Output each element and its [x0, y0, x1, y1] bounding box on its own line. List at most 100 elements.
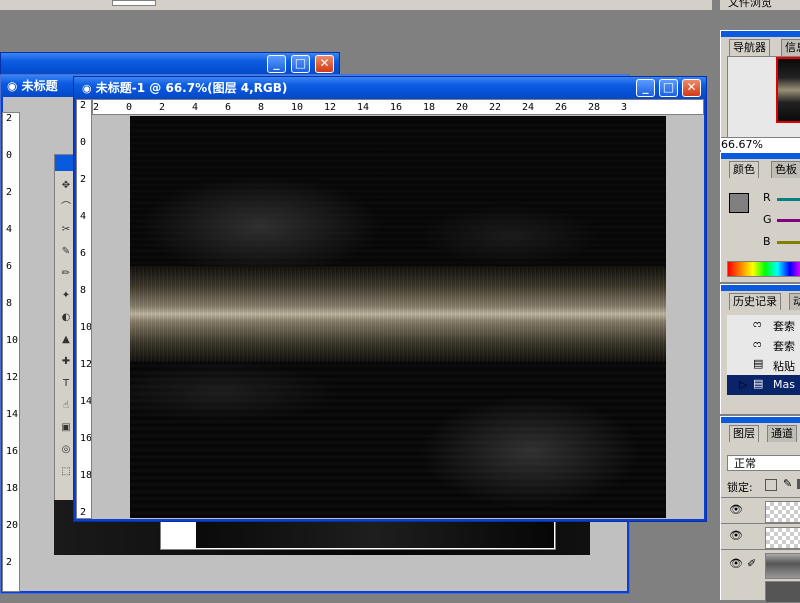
app-menubar [0, 0, 718, 10]
channel-r-slider[interactable] [777, 198, 800, 201]
layer-row[interactable]: 👁 ✐ [721, 549, 800, 580]
ruler-tick-label: 6 [6, 261, 13, 272]
layers-panel[interactable]: 图层 通道 正常 锁定: ✎ 👁 👁 👁 ✐ [720, 416, 800, 603]
color-ramp[interactable] [727, 261, 800, 277]
close-button[interactable]: ✕ [315, 55, 334, 73]
ruler-tick-label: 4 [80, 211, 87, 222]
middle-window-title: 未标题 [21, 79, 58, 93]
eye-icon[interactable]: 👁 [729, 503, 743, 516]
navigator-zoom-field[interactable]: 66.67% [721, 137, 800, 152]
navigator-panel[interactable]: 导航器 信息 66.67% [720, 30, 800, 152]
main-window-title: 未标题-1 @ 66.7%(图层 4,RGB) [95, 81, 288, 95]
blend-mode-select[interactable]: 正常 [727, 455, 800, 471]
ruler-tick-label: 2 [6, 187, 13, 198]
ruler-tick-label: 16 [390, 102, 403, 113]
canvas-image[interactable] [130, 116, 666, 518]
back-window-titlebar[interactable] [1, 53, 339, 75]
ruler-tick-label: 10 [6, 335, 19, 346]
ruler-tick-label: 2 [6, 557, 13, 568]
list-item[interactable]: ᦂ 套索 [727, 315, 800, 336]
layer-thumbnail[interactable] [765, 553, 800, 579]
history-state-arrow-icon: ▷ [739, 378, 748, 391]
tab-color[interactable]: 颜色 [729, 161, 759, 178]
foreground-color-swatch[interactable] [729, 193, 749, 213]
ruler-tick-label: 10 [291, 102, 304, 113]
minimize-button[interactable]: _ [267, 55, 286, 73]
ruler-tick-label: 0 [6, 150, 13, 161]
panel-drag-bar[interactable] [721, 31, 800, 37]
list-item-selected[interactable]: ▷ ▤ Mas [727, 375, 800, 395]
ruler-tick-label: 8 [6, 298, 13, 309]
main-window-titlebar[interactable]: ◉ 未标题-1 @ 66.7%(图层 4,RGB) [74, 77, 706, 99]
navigator-view-box[interactable] [776, 57, 800, 123]
minimize-button[interactable]: _ [636, 79, 655, 97]
mask-icon: ▤ [753, 377, 764, 390]
ruler-tick-label: 8 [258, 102, 265, 113]
ruler-tick-label: 18 [423, 102, 436, 113]
history-item-label: 粘贴 [773, 360, 795, 373]
paste-icon: ▤ [753, 357, 764, 370]
ruler-tick-label: 12 [6, 372, 19, 383]
ruler-tick-label: 24 [522, 102, 535, 113]
layer-row[interactable]: 👁 [721, 497, 800, 524]
brush-icon: ✐ [747, 557, 757, 570]
vertical-ruler-back: 2 0 2 4 6 8 10 12 14 16 18 20 2 [2, 112, 20, 592]
horizontal-ruler: 2 0 2 4 6 8 10 12 14 16 18 20 22 24 26 28 3 [92, 99, 704, 115]
ruler-tick-label: 0 [126, 102, 133, 113]
ruler-tick-label: 2 [80, 100, 87, 111]
history-item-label: 套索 [773, 320, 795, 333]
list-item[interactable]: ᦂ 套索 [727, 335, 800, 356]
lock-transparency-icon[interactable] [765, 479, 777, 491]
eye-icon[interactable]: 👁 [729, 529, 743, 542]
ruler-tick-label: 6 [225, 102, 232, 113]
channel-b-label: B [763, 235, 771, 248]
panel-drag-bar[interactable] [721, 153, 800, 159]
navigator-preview-area[interactable] [727, 56, 800, 138]
lock-label: 锁定: [727, 481, 753, 494]
ruler-tick-label: 16 [6, 446, 19, 457]
maximize-button[interactable]: □ [291, 55, 310, 73]
layer-thumbnail[interactable] [765, 501, 800, 523]
ruler-tick-label: 8 [80, 285, 87, 296]
tab-actions[interactable]: 动 [789, 293, 800, 310]
tab-layers[interactable]: 图层 [729, 425, 759, 442]
panel-drag-bar[interactable] [721, 285, 800, 291]
vertical-ruler: 2 0 2 4 6 8 10 12 14 16 18 2 [76, 99, 92, 519]
ruler-tick-label: 4 [192, 102, 199, 113]
ruler-tick-label: 18 [80, 470, 92, 481]
tab-navigator[interactable]: 导航器 [729, 39, 770, 56]
tab-history[interactable]: 历史记录 [729, 293, 781, 310]
color-panel[interactable]: 颜色 色板 R G B [720, 152, 800, 282]
ruler-tick-label: 14 [357, 102, 370, 113]
layer-thumbnail[interactable] [765, 527, 800, 549]
menubar-field[interactable] [112, 0, 156, 6]
ruler-tick-label: 10 [80, 322, 92, 333]
channel-r-label: R [763, 191, 771, 204]
file-browser-label[interactable]: 文件浏览 [728, 0, 772, 10]
ruler-tick-label: 22 [489, 102, 502, 113]
layer-row[interactable]: 👁 [721, 523, 800, 550]
maximize-button[interactable]: □ [659, 79, 678, 97]
ruler-tick-label: 2 [93, 102, 100, 113]
blend-mode-value[interactable]: 正常 [734, 457, 756, 470]
file-browser-strip[interactable]: 文件浏览 [720, 0, 800, 10]
tab-info[interactable]: 信息 [781, 39, 800, 56]
channel-b-slider[interactable] [777, 241, 800, 244]
eye-icon[interactable]: 👁 [729, 557, 743, 570]
ruler-tick-label: 20 [6, 520, 19, 531]
document-window-main[interactable]: ◉ 未标题-1 @ 66.7%(图层 4,RGB) _ □ ✕ 2 0 2 4 6 8 10… [73, 76, 707, 522]
main-window-body: 2 0 2 4 6 8 10 12 14 16 18 20 22 24 26 28 3 2 0 2 4 6 8 10 12 14… [76, 99, 704, 519]
tab-channels[interactable]: 通道 [767, 425, 797, 442]
canvas-lower-shadow [130, 362, 666, 518]
history-panel[interactable]: 历史记录 动 ᦂ 套索 ᦂ 套索 ▤ 粘贴 ▷ ▤ Mas [720, 284, 800, 414]
ruler-tick-label: 2 [159, 102, 166, 113]
lock-brush-icon[interactable]: ✎ [783, 477, 792, 490]
panel-drag-bar[interactable] [721, 417, 800, 423]
tab-swatches[interactable]: 色板 [771, 161, 800, 178]
lasso-icon: ᦂ [753, 337, 762, 350]
zoom-value[interactable]: 66.67% [721, 138, 763, 151]
channel-g-slider[interactable] [777, 219, 800, 222]
list-item[interactable]: ▤ 粘贴 [727, 355, 800, 376]
close-button[interactable]: ✕ [682, 79, 701, 97]
ruler-tick-label: 26 [555, 102, 568, 113]
